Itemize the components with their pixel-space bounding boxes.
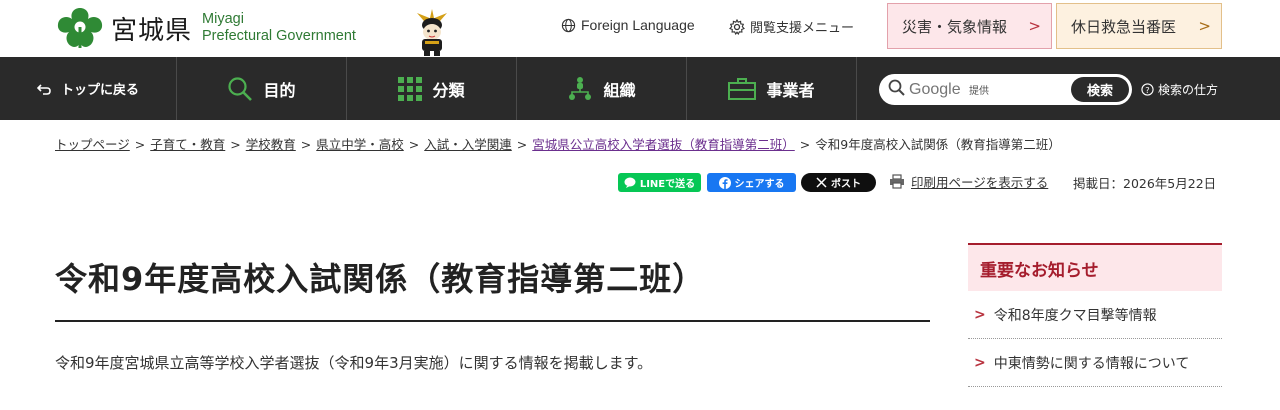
line-logo-icon — [624, 177, 636, 188]
breadcrumb-separator: > — [300, 137, 312, 152]
accessibility-menu-label: 閲覧支援メニュー — [750, 21, 855, 36]
x-logo-icon — [816, 177, 827, 188]
notice-link-label: 中東情勢に関する情報について — [993, 355, 1190, 372]
breadcrumb-separator: > — [230, 137, 241, 152]
miyagi-emblem-icon — [57, 8, 103, 48]
page-title: 令和9年度高校入試関係（教育指導第二班） — [55, 260, 706, 298]
breadcrumb-school-education[interactable]: 学校教育 — [246, 137, 296, 152]
breadcrumb-separator: > — [408, 137, 420, 152]
search-input[interactable] — [909, 80, 1009, 99]
facebook-logo-icon — [718, 176, 731, 189]
nav-back-to-top-label: トップに戻る — [60, 83, 139, 98]
magnifier-icon — [227, 76, 253, 102]
chevron-right-icon: > — [1198, 17, 1211, 35]
breadcrumb-prefectural-schools[interactable]: 県立中学・高校 — [316, 137, 404, 152]
nav-organization-label: 組織 — [603, 80, 636, 100]
notice-link[interactable]: > 令和8年度クマ目撃等情報 — [968, 291, 1222, 339]
disaster-weather-info-label: 災害・気象情報 — [902, 17, 1008, 36]
x-post-label: ポスト — [831, 179, 861, 190]
breadcrumb-separator: > — [799, 137, 811, 152]
disaster-weather-info-button[interactable]: 災害・気象情報 > — [887, 3, 1052, 49]
briefcase-icon — [728, 77, 757, 101]
posted-date: 掲載日：2026年5月22日 — [1073, 176, 1217, 191]
line-share-label: LINEで送る — [639, 179, 696, 190]
nav-business[interactable]: 事業者 — [687, 57, 857, 120]
site-search: 提供 検索 — [879, 74, 1132, 105]
facebook-share-button[interactable]: シェアする — [707, 173, 796, 192]
printer-icon — [890, 174, 904, 189]
globe-icon — [561, 18, 576, 32]
mascot-musubimaru-icon — [417, 9, 447, 56]
breadcrumb: トップページ > 子育て・教育 > 学校教育 > 県立中学・高校 > 入試・入学関連 > 宮城県公立… — [55, 134, 1225, 153]
logo-text-japanese: 宮城県 — [111, 15, 193, 46]
chevron-right-icon: > — [974, 306, 986, 323]
breadcrumb-public-high-school-selection[interactable]: 宮城県公立高校入学者選抜（教育指導第二班） — [532, 137, 795, 152]
holiday-emergency-clinic-button[interactable]: 休日救急当番医 > — [1056, 3, 1222, 49]
question-circle-icon: ? — [1141, 83, 1154, 96]
logo-text-english: Miyagi Prefectural Government — [202, 11, 356, 45]
grid-icon — [398, 76, 423, 101]
title-divider — [55, 320, 930, 322]
logo-text-english-line2: Prefectural Government — [202, 28, 356, 44]
nav-purpose[interactable]: 目的 — [177, 57, 347, 120]
important-notices-panel: 重要なお知らせ > 令和8年度クマ目撃等情報 > 中東情勢に関する情報について — [968, 243, 1222, 387]
org-chart-icon — [567, 76, 593, 102]
search-help-link[interactable]: ? 検索の仕方 — [1141, 81, 1218, 98]
notice-link[interactable]: > 中東情勢に関する情報について — [968, 339, 1222, 387]
chevron-right-icon: > — [1028, 17, 1041, 35]
holiday-emergency-clinic-label: 休日救急当番医 — [1071, 17, 1177, 36]
search-button[interactable]: 検索 — [1071, 77, 1129, 102]
intro-text: 令和9年度宮城県立高等学校入学者選抜（令和9年3月実施）に関する情報を掲載します… — [55, 354, 653, 372]
facebook-share-label: シェアする — [734, 179, 785, 190]
important-notices-heading: 重要なお知らせ — [968, 243, 1222, 291]
global-navigation: トップに戻る 目的 分類 組織 事業者 Google 提供 検索 ? 検索の仕方 — [0, 57, 1280, 120]
foreign-language-link[interactable]: Foreign Language — [561, 17, 695, 33]
search-icon — [888, 79, 905, 100]
nav-classification-label: 分類 — [432, 80, 465, 100]
print-page-label: 印刷用ページを表示する — [911, 175, 1049, 190]
nav-classification[interactable]: 分類 — [347, 57, 517, 120]
x-post-button[interactable]: ポスト — [801, 173, 876, 192]
site-header: 宮城県 Miyagi Prefectural Government Foreig… — [0, 0, 1280, 57]
breadcrumb-separator: > — [134, 137, 146, 152]
notice-link-label: 令和8年度クマ目撃等情報 — [993, 307, 1157, 324]
search-help-label: 検索の仕方 — [1158, 83, 1219, 97]
breadcrumb-entrance-exams[interactable]: 入試・入学関連 — [424, 137, 512, 152]
site-logo[interactable]: 宮城県 Miyagi Prefectural Government — [55, 6, 356, 50]
nav-purpose-label: 目的 — [263, 80, 296, 100]
nav-organization[interactable]: 組織 — [517, 57, 687, 120]
chevron-right-icon: > — [974, 354, 986, 371]
breadcrumb-top-page[interactable]: トップページ — [55, 137, 130, 152]
gear-icon — [729, 18, 745, 35]
line-share-button[interactable]: LINEで送る — [618, 173, 701, 192]
foreign-language-label: Foreign Language — [581, 17, 695, 33]
nav-back-to-top[interactable]: トップに戻る — [0, 57, 177, 120]
accessibility-menu-button[interactable]: 閲覧支援メニュー — [729, 17, 854, 36]
breadcrumb-current-page: 令和9年度高校入試関係（教育指導第二班） — [815, 137, 1061, 152]
nav-business-label: 事業者 — [766, 80, 815, 100]
logo-text-english-line1: Miyagi — [202, 11, 244, 27]
print-page-link[interactable]: 印刷用ページを表示する — [889, 172, 1048, 191]
breadcrumb-separator: > — [516, 137, 528, 152]
search-provided-label: 提供 — [969, 86, 989, 97]
return-arrow-icon — [36, 83, 51, 95]
breadcrumb-childcare-education[interactable]: 子育て・教育 — [150, 137, 225, 152]
svg-text:?: ? — [1145, 85, 1149, 95]
